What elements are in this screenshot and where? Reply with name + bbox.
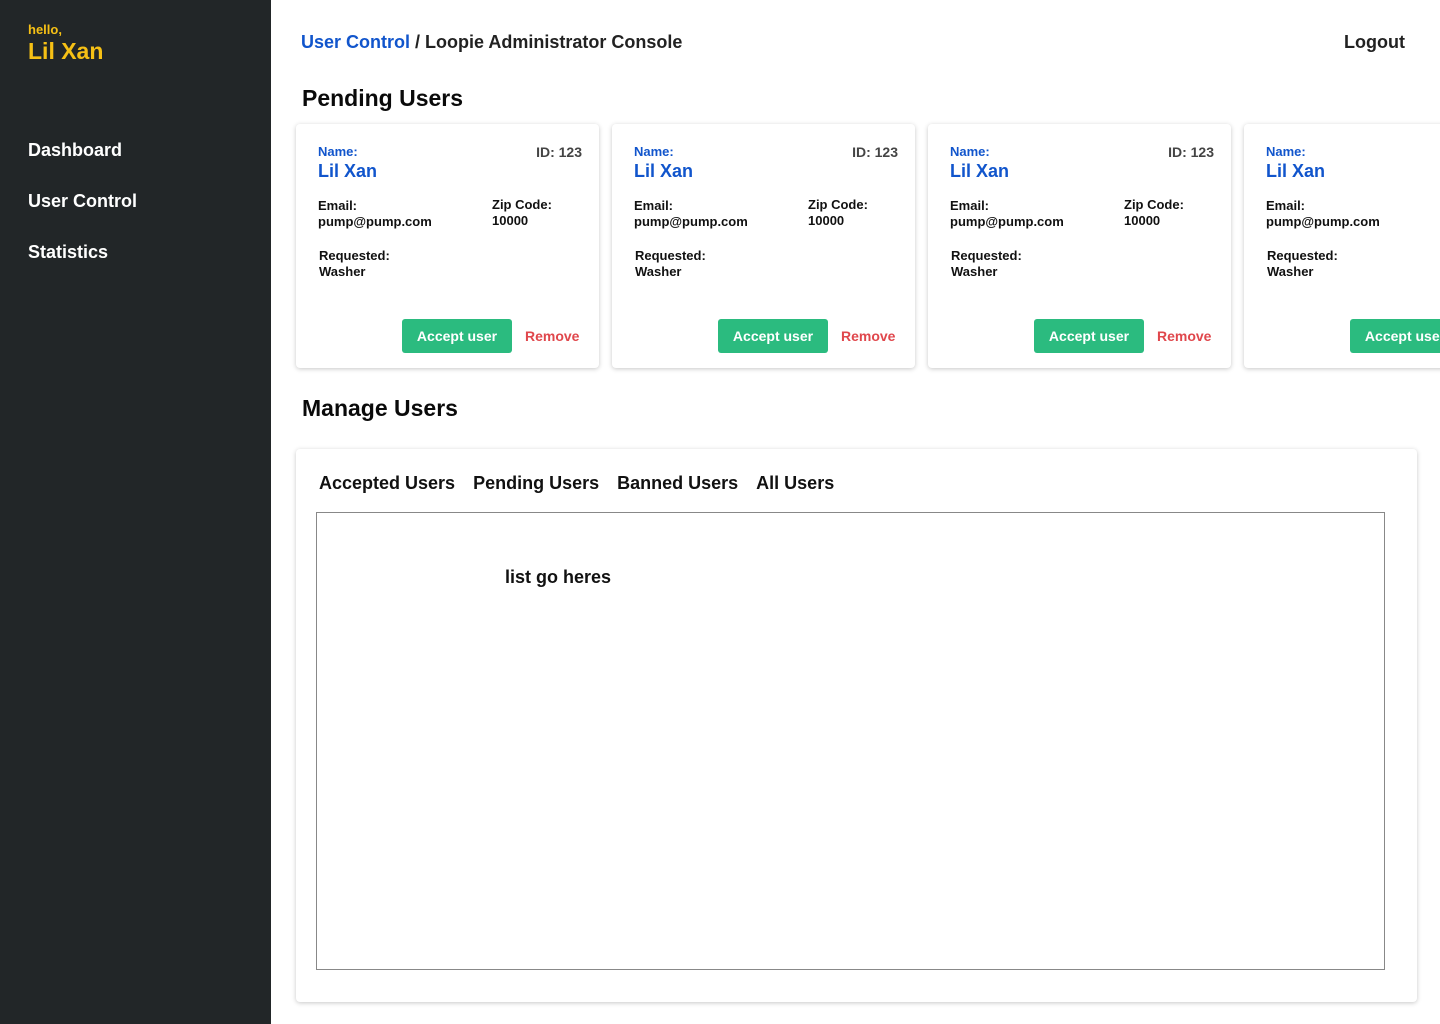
- requested-value: Washer: [319, 264, 366, 279]
- main-content: User Control / Loopie Administrator Cons…: [271, 0, 1440, 1024]
- manage-users-title: Manage Users: [302, 395, 458, 421]
- breadcrumb-separator: /: [410, 32, 426, 52]
- pending-user-card: Name: Lil Xan ID: 123 Email: pump@pump.c…: [928, 124, 1231, 368]
- breadcrumb-current: Loopie Administrator Console: [425, 32, 683, 52]
- tab-accepted-users[interactable]: Accepted Users: [319, 473, 455, 494]
- breadcrumb-link-user-control[interactable]: User Control: [301, 32, 410, 52]
- user-name-value: Lil Xan: [318, 161, 378, 181]
- user-name: Lil Xan: [28, 38, 104, 64]
- user-name-value: Lil Xan: [634, 161, 694, 181]
- email-label: Email:: [1266, 198, 1306, 213]
- email-value: pump@pump.com: [950, 214, 1064, 229]
- greeting-text: hello,: [28, 22, 62, 37]
- sidebar-item-statistics[interactable]: Statistics: [28, 240, 137, 291]
- sidebar-item-dashboard[interactable]: Dashboard: [28, 138, 137, 189]
- remove-button[interactable]: Remove: [841, 328, 895, 344]
- email-label: Email:: [634, 198, 674, 213]
- requested-label: Requested:: [319, 248, 390, 263]
- sidebar: hello, Lil Xan Dashboard User Control St…: [0, 0, 271, 1024]
- user-filter-tabs: Accepted Users Pending Users Banned User…: [319, 473, 852, 494]
- email-value: pump@pump.com: [1266, 214, 1380, 229]
- tab-banned-users[interactable]: Banned Users: [617, 473, 738, 494]
- list-placeholder-text: list go heres: [505, 567, 612, 587]
- requested-value: Washer: [951, 264, 998, 279]
- zip-value: 10000: [1124, 213, 1161, 228]
- sidebar-nav: Dashboard User Control Statistics: [28, 138, 137, 291]
- accept-user-button[interactable]: Accept user: [402, 319, 512, 353]
- accept-user-button[interactable]: Accept user: [1034, 319, 1144, 353]
- pending-user-card: Name: Lil Xan ID: 123 Email: pump@pump.c…: [612, 124, 915, 368]
- name-label: Name:: [1266, 144, 1306, 159]
- user-id: ID: 123: [1168, 144, 1214, 160]
- user-id: ID: 123: [536, 144, 582, 160]
- requested-label: Requested:: [1267, 248, 1338, 263]
- email-value: pump@pump.com: [318, 214, 432, 229]
- user-list: list go heres: [316, 512, 1385, 970]
- user-name-value: Lil Xan: [1266, 161, 1326, 181]
- manage-users-panel: Accepted Users Pending Users Banned User…: [296, 449, 1417, 1002]
- sidebar-item-user-control[interactable]: User Control: [28, 189, 137, 240]
- accept-user-button[interactable]: Accept user: [718, 319, 828, 353]
- requested-value: Washer: [1267, 264, 1314, 279]
- requested-value: Washer: [635, 264, 682, 279]
- email-value: pump@pump.com: [634, 214, 748, 229]
- name-label: Name:: [318, 144, 358, 159]
- pending-user-card: Name: Lil Xan ID: 123 Email: pump@pump.c…: [296, 124, 599, 368]
- zip-label: Zip Code:: [808, 197, 868, 212]
- breadcrumb: User Control / Loopie Administrator Cons…: [301, 32, 682, 53]
- remove-button[interactable]: Remove: [525, 328, 579, 344]
- zip-label: Zip Code:: [1124, 197, 1184, 212]
- accept-user-button[interactable]: Accept user: [1350, 319, 1440, 353]
- email-label: Email:: [950, 198, 990, 213]
- tab-all-users[interactable]: All Users: [756, 473, 834, 494]
- pending-users-title: Pending Users: [302, 85, 464, 111]
- logout-button[interactable]: Logout: [1344, 32, 1405, 53]
- requested-label: Requested:: [951, 248, 1022, 263]
- zip-label: Zip Code:: [492, 197, 552, 212]
- name-label: Name:: [950, 144, 990, 159]
- zip-value: 10000: [808, 213, 845, 228]
- remove-button[interactable]: Remove: [1157, 328, 1211, 344]
- pending-user-card: Name: Lil Xan Email: pump@pump.com Reque…: [1244, 124, 1440, 368]
- email-label: Email:: [318, 198, 358, 213]
- pending-cards-row: Name: Lil Xan ID: 123 Email: pump@pump.c…: [296, 124, 1440, 374]
- requested-label: Requested:: [635, 248, 706, 263]
- user-id: ID: 123: [852, 144, 898, 160]
- zip-value: 10000: [492, 213, 529, 228]
- tab-pending-users[interactable]: Pending Users: [473, 473, 599, 494]
- user-name-value: Lil Xan: [950, 161, 1010, 181]
- name-label: Name:: [634, 144, 674, 159]
